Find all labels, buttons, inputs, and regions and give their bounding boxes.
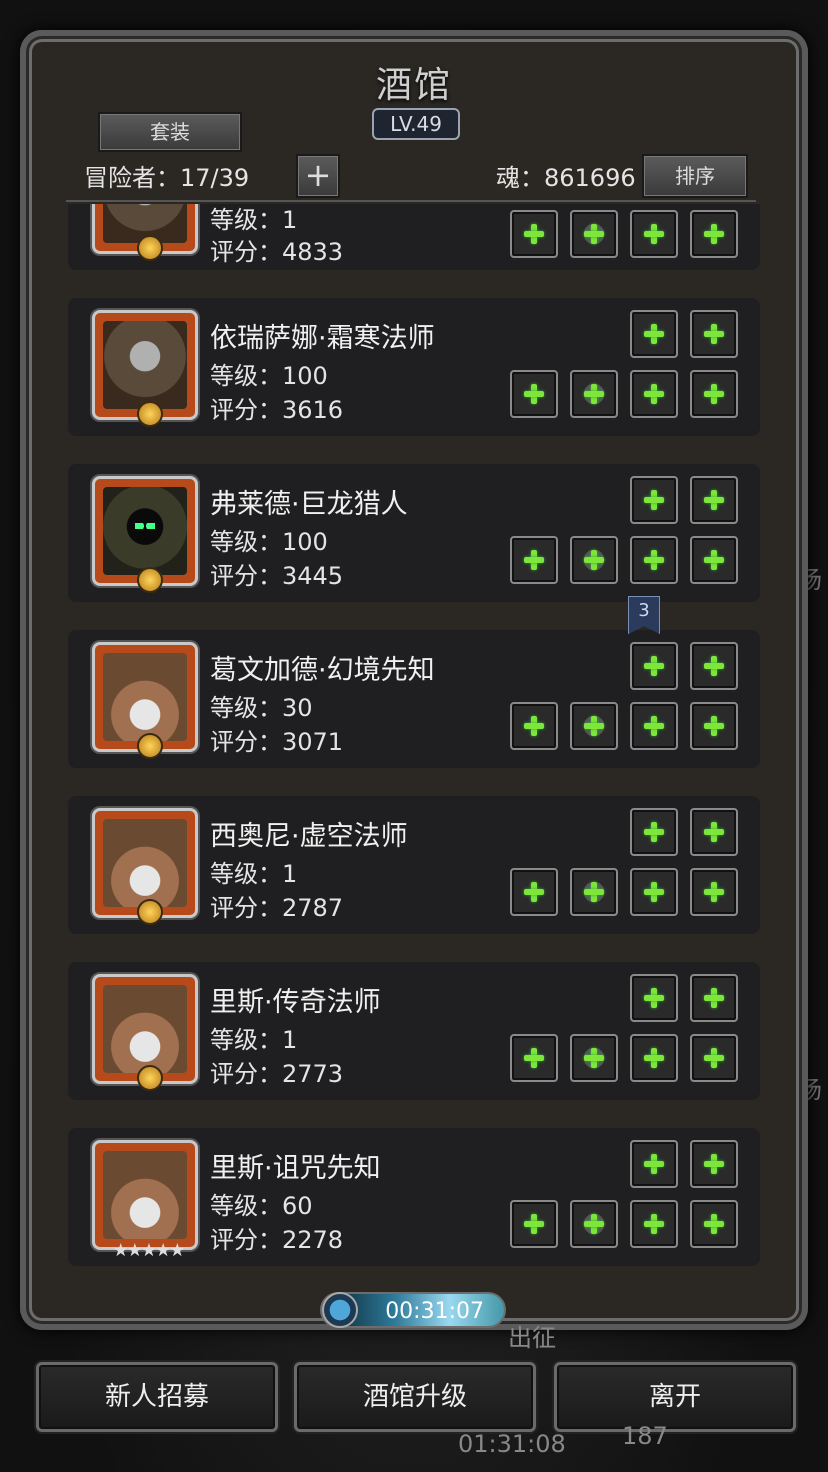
- skill-slot-icon[interactable]: [690, 974, 738, 1022]
- accessory-slot-icon[interactable]: [690, 1034, 738, 1082]
- accessory-slot-icon[interactable]: [690, 702, 738, 750]
- hero-row[interactable]: 葛文加德·幻境先知 等级：30 评分：3071: [68, 630, 760, 768]
- hero-portrait: [92, 204, 198, 261]
- skill-slot-icon[interactable]: [690, 476, 738, 524]
- accessory-slot-icon[interactable]: [630, 868, 678, 916]
- skill-slot-icon[interactable]: [630, 642, 678, 690]
- hero-row[interactable]: ★★★★★ 里斯·诅咒先知 等级：60 评分：2278: [68, 1128, 760, 1266]
- hero-row[interactable]: 依瑞萨娜·霜寒法师 等级：100 评分：3616: [68, 298, 760, 436]
- armor-slot-icon[interactable]: [570, 868, 618, 916]
- hero-level: 等级：1: [210, 206, 298, 234]
- skill-slot-icon[interactable]: [690, 808, 738, 856]
- hero-level: 等级：1: [210, 1026, 298, 1054]
- skill-slot-icon[interactable]: [690, 642, 738, 690]
- hero-name: 葛文加德·幻境先知: [210, 655, 435, 686]
- tavern-level-badge: LV.49: [372, 108, 460, 140]
- hero-row[interactable]: 里斯·传奇法师 等级：1 评分：2773: [68, 962, 760, 1100]
- star-rating: ★★★★★: [112, 1240, 186, 1261]
- adventurer-count: 冒险者：17/39: [84, 164, 250, 192]
- rank-badge-icon: [137, 733, 163, 759]
- background-count: 187: [622, 1422, 668, 1450]
- accessory-slot-icon[interactable]: [630, 210, 678, 258]
- skill-slot-icon[interactable]: [630, 476, 678, 524]
- hero-list[interactable]: 等级：1 评分：4833 依瑞萨娜·霜寒法师 等级：100 评分：3616 弗莱…: [40, 204, 784, 1284]
- hero-level: 等级：30: [210, 694, 313, 722]
- skill-slot-icon[interactable]: [630, 1140, 678, 1188]
- hero-portrait: [92, 476, 198, 593]
- rank-badge-icon: [137, 567, 163, 593]
- recruit-button[interactable]: 新人招募: [36, 1362, 278, 1432]
- upgrade-tavern-button[interactable]: 酒馆升级: [294, 1362, 536, 1432]
- weapon-slot-icon[interactable]: [510, 868, 558, 916]
- hero-level: 等级：60: [210, 1192, 313, 1220]
- accessory-slot-icon[interactable]: [630, 536, 678, 584]
- hero-portrait: ★★★★★: [92, 1140, 198, 1261]
- armor-slot-icon[interactable]: [570, 1034, 618, 1082]
- accessory-slot-icon[interactable]: [690, 1200, 738, 1248]
- accessory-slot-icon[interactable]: [630, 370, 678, 418]
- clock-icon: [322, 1292, 358, 1328]
- hero-score: 评分：3616: [210, 396, 344, 424]
- armor-slot-icon[interactable]: [570, 1200, 618, 1248]
- hero-name: 里斯·诅咒先知: [210, 1153, 381, 1184]
- hero-score: 评分：2773: [210, 1060, 344, 1088]
- weapon-slot-icon[interactable]: [510, 536, 558, 584]
- hero-name: 弗莱德·巨龙猎人: [210, 489, 408, 520]
- accessory-slot-icon[interactable]: [690, 370, 738, 418]
- hero-level: 等级：100: [210, 528, 328, 556]
- rank-badge-icon: [137, 1065, 163, 1091]
- panel-title: 酒馆: [375, 65, 452, 106]
- hero-portrait: [92, 974, 198, 1091]
- outfit-button[interactable]: 套装: [98, 112, 242, 152]
- hero-score: 评分：3445: [210, 562, 344, 590]
- hero-score: 评分：2787: [210, 894, 344, 922]
- accessory-slot-icon[interactable]: [690, 210, 738, 258]
- hero-score: 评分：3071: [210, 728, 344, 756]
- rank-badge-icon: [137, 401, 163, 427]
- skill-slot-icon[interactable]: [630, 974, 678, 1022]
- weapon-slot-icon[interactable]: [510, 1200, 558, 1248]
- skill-slot-icon[interactable]: [630, 808, 678, 856]
- background-expedition-label: 出征: [508, 1324, 556, 1352]
- armor-slot-icon[interactable]: [570, 370, 618, 418]
- weapon-slot-icon[interactable]: [510, 1034, 558, 1082]
- weapon-slot-icon[interactable]: [510, 370, 558, 418]
- armor-slot-icon[interactable]: [570, 536, 618, 584]
- hero-level: 等级：100: [210, 362, 328, 390]
- skill-slot-icon[interactable]: [690, 310, 738, 358]
- hero-score: 评分：4833: [210, 238, 344, 266]
- accessory-slot-icon[interactable]: [690, 536, 738, 584]
- armor-slot-icon[interactable]: [570, 702, 618, 750]
- accessory-slot-icon[interactable]: [630, 1034, 678, 1082]
- armor-slot-icon[interactable]: [570, 210, 618, 258]
- hero-name: 依瑞萨娜·霜寒法师: [210, 323, 435, 354]
- hero-row[interactable]: 弗莱德·巨龙猎人 等级：100 评分：3445: [68, 464, 760, 602]
- accessory-slot-icon[interactable]: [630, 702, 678, 750]
- hero-row[interactable]: 等级：1 评分：4833: [68, 204, 760, 270]
- hero-portrait: [92, 642, 198, 759]
- hero-row[interactable]: 西奥尼·虚空法师 等级：1 评分：2787: [68, 796, 760, 934]
- add-slot-button[interactable]: +: [296, 154, 340, 198]
- hero-portrait: [92, 310, 198, 427]
- soul-currency: 魂：861696: [496, 164, 636, 192]
- rank-badge-icon: [137, 235, 163, 261]
- hero-score: 评分：2278: [210, 1226, 344, 1254]
- accessory-slot-icon[interactable]: [630, 1200, 678, 1248]
- background-timer: 01:31:08: [458, 1430, 566, 1458]
- accessory-slot-icon[interactable]: [690, 868, 738, 916]
- sort-button[interactable]: 排序: [642, 154, 748, 198]
- weapon-slot-icon[interactable]: [510, 702, 558, 750]
- leave-button[interactable]: 离开: [554, 1362, 796, 1432]
- hero-portrait: [92, 808, 198, 925]
- hero-level: 等级：1: [210, 860, 298, 888]
- rank-badge-icon: [137, 899, 163, 925]
- weapon-slot-icon[interactable]: [510, 210, 558, 258]
- hero-name: 西奥尼·虚空法师: [210, 821, 408, 852]
- header-divider: [66, 200, 756, 202]
- hero-name: 里斯·传奇法师: [210, 987, 381, 1018]
- skill-slot-icon[interactable]: [690, 1140, 738, 1188]
- skill-slot-icon[interactable]: [630, 310, 678, 358]
